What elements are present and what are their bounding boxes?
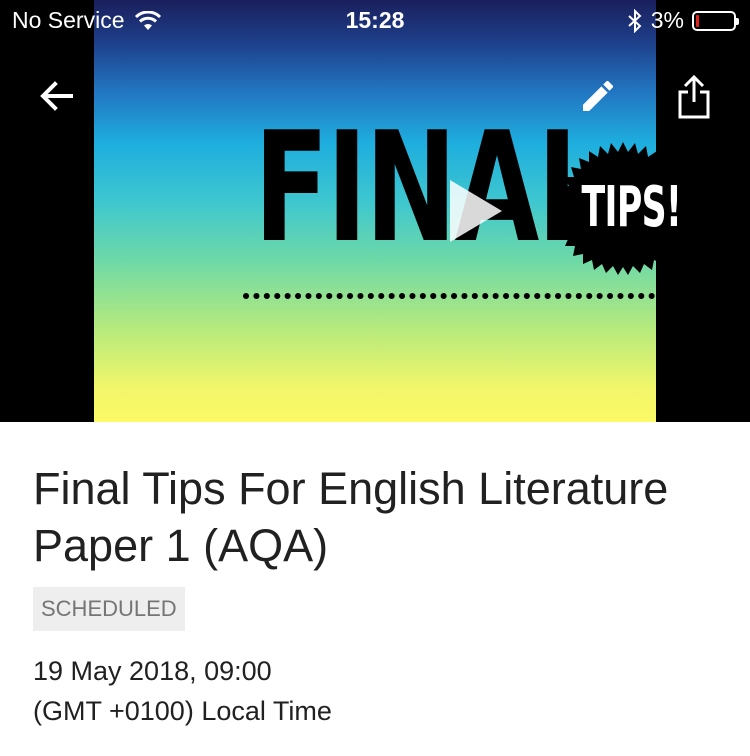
thumbnail-badge-text: TIPS! [581, 175, 682, 240]
bluetooth-icon [628, 8, 642, 33]
status-bar: No Service 15:28 3% [0, 0, 750, 42]
back-button[interactable] [34, 74, 78, 118]
edit-pencil-icon [583, 80, 614, 111]
event-date: 19 May 2018, 09:00 [33, 656, 272, 686]
share-icon [678, 74, 710, 119]
back-arrow-icon [40, 81, 73, 111]
dotted-line [243, 293, 694, 299]
event-timezone: (GMT +0100) Local Time [33, 696, 332, 726]
edit-button[interactable] [576, 74, 620, 118]
video-hero[interactable]: FINAL TIPS! No Service 15:28 3% [0, 0, 750, 422]
video-thumbnail[interactable]: FINAL TIPS! [94, 0, 694, 422]
thumbnail-final-text: FINAL [254, 99, 607, 276]
status-badge: SCHEDULED [33, 587, 185, 631]
play-icon[interactable] [444, 178, 504, 244]
event-details: Final Tips For English Literature Paper … [0, 422, 750, 756]
battery-percent: 3% [650, 7, 684, 33]
battery-icon [692, 10, 739, 31]
event-title: Final Tips For English Literature Paper … [33, 463, 669, 571]
share-button[interactable] [672, 72, 716, 122]
